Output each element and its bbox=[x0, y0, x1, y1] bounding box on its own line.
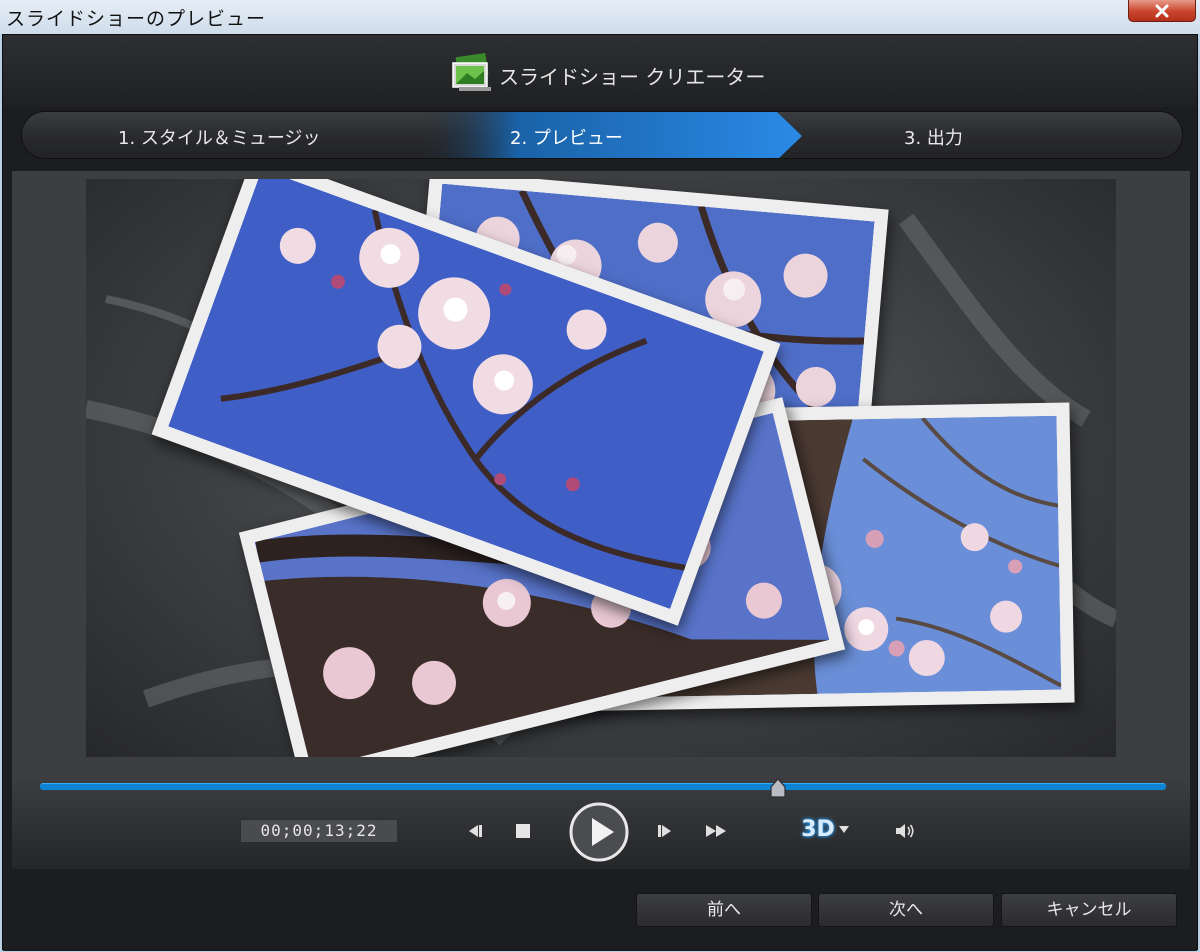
stop-icon bbox=[516, 824, 530, 838]
fast-forward-button[interactable] bbox=[702, 817, 732, 845]
step-back-icon bbox=[469, 825, 482, 837]
3d-mode-dropdown[interactable] bbox=[836, 821, 852, 837]
chevron-down-icon bbox=[839, 826, 849, 833]
play-icon bbox=[569, 802, 629, 862]
step-output[interactable]: 3. 出力 bbox=[904, 124, 963, 150]
3d-mode-button[interactable]: 3D bbox=[798, 813, 838, 845]
previous-frame-button[interactable] bbox=[462, 817, 488, 845]
player-controls: 00;00;13;22 3D bbox=[12, 777, 1190, 869]
next-frame-button[interactable] bbox=[652, 817, 678, 845]
stop-button[interactable] bbox=[510, 817, 536, 845]
step-forward-icon bbox=[658, 825, 671, 837]
preview-area bbox=[12, 171, 1190, 777]
seek-bar[interactable] bbox=[40, 783, 1166, 790]
dialog-frame: スライドショー クリエーター 1. スタイル＆ミュージッ 2. プレビュー 3.… bbox=[2, 34, 1198, 951]
app-title: スライドショー クリエーター bbox=[499, 65, 766, 89]
fast-forward-icon bbox=[706, 825, 726, 837]
volume-button[interactable] bbox=[892, 817, 918, 845]
back-button[interactable]: 前へ bbox=[636, 893, 812, 927]
3d-label: 3D bbox=[801, 816, 835, 842]
step-style-music[interactable]: 1. スタイル＆ミュージッ bbox=[118, 124, 321, 150]
wizard-step-bar: 1. スタイル＆ミュージッ 2. プレビュー 3. 出力 bbox=[21, 111, 1183, 159]
volume-icon bbox=[896, 824, 914, 838]
close-icon bbox=[1155, 4, 1169, 17]
window-title: スライドショーのプレビュー bbox=[6, 8, 267, 30]
window-titlebar: スライドショーのプレビュー bbox=[0, 0, 1200, 34]
seek-handle[interactable] bbox=[769, 778, 786, 798]
dialog-footer: 前へ 次へ キャンセル bbox=[3, 869, 1197, 951]
app-header: スライドショー クリエーター bbox=[3, 35, 1197, 107]
step-preview[interactable]: 2. プレビュー bbox=[510, 124, 623, 150]
cancel-button[interactable]: キャンセル bbox=[1001, 893, 1177, 927]
play-button[interactable] bbox=[568, 801, 630, 863]
slideshow-preview bbox=[86, 179, 1116, 757]
next-button[interactable]: 次へ bbox=[818, 893, 994, 927]
timecode-display: 00;00;13;22 bbox=[240, 819, 398, 843]
slideshow-logo-icon bbox=[452, 53, 491, 91]
window-close-button[interactable] bbox=[1128, 0, 1196, 22]
